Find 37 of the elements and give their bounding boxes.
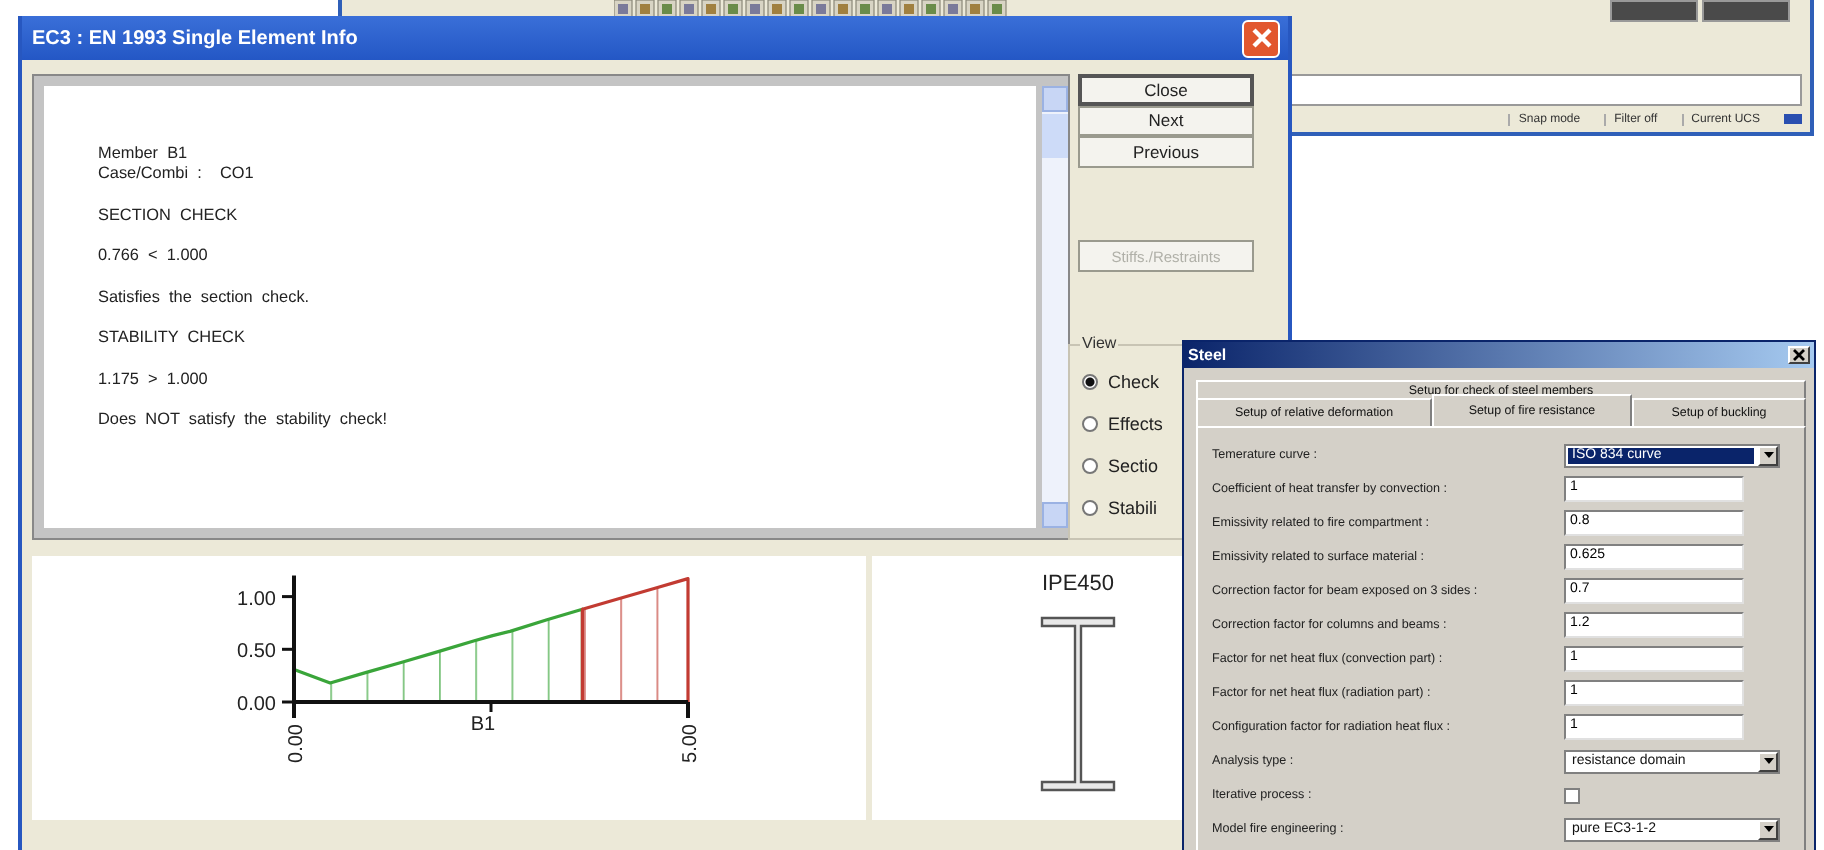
report-line: 1.175 > 1.000 (98, 369, 210, 389)
dialog-button[interactable]: Next (1078, 105, 1254, 137)
report-line: Satisfies the section check. (98, 287, 312, 307)
window-title: Steel (1188, 346, 1227, 364)
y-tick-marks (282, 595, 294, 704)
report-line: Does NOT satisfy the stability check! (98, 410, 390, 430)
dialog-button[interactable]: Close (1078, 74, 1254, 106)
y-tick-label: 1.00 (237, 588, 276, 611)
close-icon[interactable] (1788, 346, 1810, 364)
group-label: View (1080, 334, 1119, 353)
radio-label[interactable]: Effects (1108, 414, 1163, 435)
report-line: Member B1 (98, 144, 190, 164)
checkbox[interactable] (1564, 787, 1580, 803)
y-axis (292, 575, 296, 702)
radio-button[interactable] (1082, 500, 1098, 517)
window-title: EC3 : EN 1993 Single Element Info (32, 27, 358, 49)
section-name: IPE450 (1041, 572, 1115, 596)
radio-button[interactable] (1082, 416, 1098, 433)
scroll-thumb[interactable] (1042, 114, 1068, 158)
viewport-tile[interactable] (1702, 0, 1790, 22)
scrollbar[interactable] (1042, 86, 1068, 528)
radio-label[interactable]: Check (1108, 372, 1160, 393)
viewport-tile[interactable] (1610, 0, 1698, 22)
x-tick-label: 5.00 (680, 724, 702, 763)
x-tick-label: 0.00 (286, 724, 308, 763)
radio-label[interactable]: Sectio (1108, 456, 1159, 477)
radio-label[interactable]: Stabili (1108, 498, 1158, 519)
report-line: SECTION CHECK (98, 205, 240, 225)
report-line: STABILITY CHECK (98, 328, 247, 348)
radio-button[interactable] (1082, 374, 1098, 391)
y-tick-label: 0.50 (237, 641, 276, 664)
report-line: Case/Combi : CO1 (98, 164, 256, 184)
report-line: 0.766 < 1.000 (98, 246, 210, 266)
x-axis-label: B1 (470, 714, 496, 736)
y-tick-label: 0.00 (237, 694, 276, 716)
radio-button[interactable] (1082, 458, 1098, 475)
dialog-button[interactable]: Previous (1078, 136, 1254, 168)
